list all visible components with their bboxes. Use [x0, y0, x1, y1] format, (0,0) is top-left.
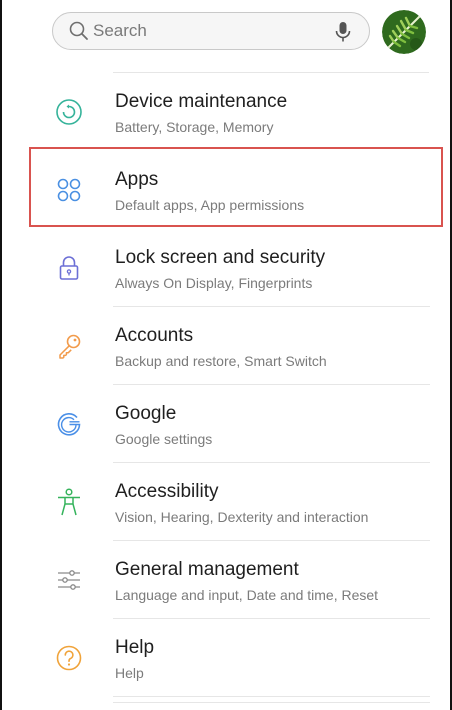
item-title: General management [115, 559, 299, 580]
lock-icon [52, 251, 86, 285]
search-icon [69, 21, 89, 41]
item-title: Device maintenance [115, 91, 288, 112]
settings-item-apps[interactable]: Apps Default apps, App permissions [2, 151, 452, 229]
mic-icon[interactable] [333, 21, 353, 43]
item-subtitle: Default apps, App permissions [115, 197, 305, 213]
key-icon [52, 329, 86, 363]
settings-item-accounts[interactable]: Accounts Backup and restore, Smart Switc… [2, 307, 452, 385]
item-subtitle: Vision, Hearing, Dexterity and interacti… [115, 509, 369, 525]
item-subtitle: Help [115, 665, 144, 681]
avatar[interactable] [382, 10, 426, 54]
settings-item-general-management[interactable]: General management Language and input, D… [2, 541, 452, 619]
item-title: Apps [115, 169, 159, 190]
item-title: Google [115, 403, 177, 424]
item-subtitle: Language and input, Date and time, Reset [115, 587, 379, 603]
divider [113, 696, 430, 697]
sliders-icon [52, 563, 86, 597]
search-bar[interactable]: Search [52, 12, 370, 50]
accessibility-icon [52, 485, 86, 519]
item-subtitle: Always On Display, Fingerprints [115, 275, 313, 291]
settings-item-help[interactable]: Help Help [2, 619, 452, 703]
item-title: Accounts [115, 325, 194, 346]
item-title: Accessibility [115, 481, 219, 502]
search-placeholder: Search [93, 21, 147, 40]
settings-item-accessibility[interactable]: Accessibility Vision, Hearing, Dexterity… [2, 463, 452, 541]
settings-item-google[interactable]: Google Google settings [2, 385, 452, 463]
settings-item-device-maintenance[interactable]: Device maintenance Battery, Storage, Mem… [2, 73, 452, 151]
item-subtitle: Battery, Storage, Memory [115, 119, 274, 135]
item-title: Help [115, 637, 155, 658]
help-icon [52, 641, 86, 675]
screen: Search Device maintenance Battery, Stora… [0, 0, 452, 710]
google-icon [52, 407, 86, 441]
settings-list: Device maintenance Battery, Storage, Mem… [2, 73, 452, 703]
item-title: Lock screen and security [115, 247, 326, 268]
divider [113, 702, 430, 703]
item-subtitle: Google settings [115, 431, 213, 447]
settings-item-lock-screen[interactable]: Lock screen and security Always On Displ… [2, 229, 452, 307]
apps-icon [52, 173, 86, 207]
device-maintenance-icon [52, 95, 86, 129]
item-subtitle: Backup and restore, Smart Switch [115, 353, 327, 369]
